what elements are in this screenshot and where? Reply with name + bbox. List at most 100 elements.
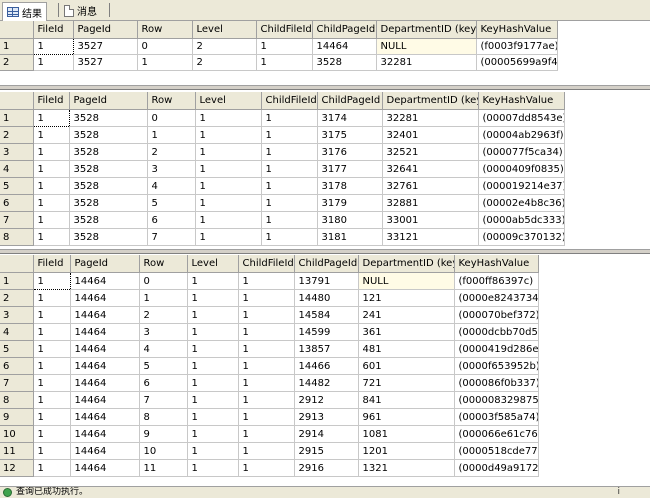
grid-cell[interactable]: 1	[187, 391, 239, 409]
grid-cell[interactable]: 14464	[70, 442, 140, 460]
grid-cell[interactable]: (00009c370132)	[478, 228, 565, 246]
column-header[interactable]: ChildPageId	[317, 92, 383, 110]
grid-cell[interactable]: 721	[358, 374, 455, 392]
column-header[interactable]: Level	[192, 21, 257, 39]
grid-cell[interactable]: 6	[147, 211, 196, 229]
grid-cell[interactable]: 1	[187, 340, 239, 358]
grid-cell[interactable]: 11	[139, 459, 188, 477]
grid-cell[interactable]: 1	[238, 374, 295, 392]
grid-cell[interactable]: 3181	[317, 228, 383, 246]
grid-cell[interactable]: 14599	[294, 323, 359, 341]
grid-cell[interactable]: 1	[33, 425, 71, 443]
result-grid-3[interactable]: FileId PageId Row Level ChildFileId ChildPage…	[0, 255, 650, 486]
grid-cell[interactable]: 1	[33, 408, 71, 426]
row-number[interactable]: 11	[0, 442, 34, 460]
grid-cell[interactable]: 3528	[69, 228, 148, 246]
grid-cell[interactable]: 10	[139, 442, 188, 460]
grid-cell[interactable]: 3528	[69, 211, 148, 229]
column-header[interactable]: ChildPageId	[294, 255, 359, 273]
row-number[interactable]: 2	[0, 54, 34, 71]
grid-cell[interactable]: 121	[358, 289, 455, 307]
grid-cell[interactable]: 32281	[382, 109, 479, 127]
grid-cell[interactable]: 1	[33, 177, 70, 195]
grid-cell[interactable]: (000077f5ca34)	[478, 143, 565, 161]
grid-cell[interactable]: 1	[238, 408, 295, 426]
row-number[interactable]: 4	[0, 323, 34, 341]
grid-cell[interactable]: 33001	[382, 211, 479, 229]
grid-cell[interactable]: 1	[33, 143, 70, 161]
table-row[interactable]: 5 1 14464 4 1 1 13857 481 (0000419d286e)	[0, 340, 539, 358]
grid-cell[interactable]: 14482	[294, 374, 359, 392]
column-header[interactable]: PageId	[73, 21, 138, 39]
grid-cell[interactable]: 3528	[69, 177, 148, 195]
grid-cell[interactable]: 1	[256, 38, 313, 55]
grid-cell[interactable]: (0000d49a9172)	[454, 459, 539, 477]
row-number[interactable]: 6	[0, 194, 34, 212]
table-row[interactable]: 1 1 3527 0 2 1 14464 NULL (f0003f9177ae)	[0, 38, 558, 55]
grid-cell[interactable]: (000019214e37)	[478, 177, 565, 195]
grid-cell[interactable]: 481	[358, 340, 455, 358]
table-row[interactable]: 2 1 3527 1 2 1 3528 32281 (00005699a9f4)	[0, 54, 558, 71]
grid-cell[interactable]: 1	[261, 160, 318, 178]
grid-cell[interactable]: 14464	[70, 323, 140, 341]
grid-cell[interactable]: 3528	[69, 160, 148, 178]
row-number[interactable]: 7	[0, 374, 34, 392]
column-header[interactable]: KeyHashValue	[476, 21, 558, 39]
grid-cell[interactable]: 14464	[70, 374, 140, 392]
grid-cell[interactable]: 1	[33, 357, 71, 375]
grid-cell[interactable]: 3177	[317, 160, 383, 178]
grid-cell[interactable]: (0000419d286e)	[454, 340, 539, 358]
table-row[interactable]: 7 1 3528 6 1 1 3180 33001 (0000ab5dc333)	[0, 211, 565, 229]
grid-cell[interactable]: 1	[187, 357, 239, 375]
column-header[interactable]: DepartmentID (key)	[382, 92, 479, 110]
grid-cell[interactable]: 1	[238, 425, 295, 443]
column-header[interactable]: PageId	[70, 255, 140, 273]
grid-cell[interactable]: 1	[32, 109, 70, 127]
grid-cell[interactable]: 1	[261, 109, 318, 127]
grid-cell[interactable]: 3180	[317, 211, 383, 229]
grid-cell[interactable]: 13791	[294, 272, 359, 290]
grid-cell[interactable]: 0	[147, 109, 196, 127]
table-row[interactable]: 3 1 3528 2 1 1 3176 32521 (000077f5ca34)	[0, 143, 565, 161]
grid-cell[interactable]: 1	[137, 54, 193, 71]
grid-cell[interactable]: 1	[238, 289, 295, 307]
grid-cell[interactable]: 3527	[73, 54, 138, 71]
table-row[interactable]: 6 1 14464 5 1 1 14466 601 (0000f653952b)	[0, 357, 539, 375]
grid-cell[interactable]: 1	[33, 306, 71, 324]
row-number[interactable]: 5	[0, 177, 34, 195]
grid-splitter[interactable]	[0, 85, 650, 90]
row-number[interactable]: 9	[0, 408, 34, 426]
grid-cell[interactable]: 32521	[382, 143, 479, 161]
table-row[interactable]: 1 1 3528 0 1 1 3174 32281 (00007dd8543e)	[0, 109, 565, 127]
grid-cell[interactable]: (00007dd8543e)	[478, 109, 565, 127]
grid-cell[interactable]: 1	[187, 425, 239, 443]
grid-cell[interactable]: 1	[261, 211, 318, 229]
grid-cell[interactable]: 1	[33, 374, 71, 392]
grid-cell[interactable]: 0	[139, 272, 188, 290]
grid-cell[interactable]: (000086f0b337)	[454, 374, 539, 392]
grid-cell[interactable]: (000008329875)	[454, 391, 539, 409]
grid-cell[interactable]: 3528	[69, 194, 148, 212]
grid-cell[interactable]: 3	[147, 160, 196, 178]
grid-cell[interactable]: (00003f585a74)	[454, 408, 539, 426]
grid-cell[interactable]: 32401	[382, 126, 479, 144]
grid-cell[interactable]: 3528	[69, 143, 148, 161]
grid-cell[interactable]: (00004ab2963f)	[478, 126, 565, 144]
column-header[interactable]: DepartmentID (key)	[358, 255, 455, 273]
grid-cell[interactable]: 3527	[73, 38, 138, 55]
grid-cell[interactable]: 5	[147, 194, 196, 212]
grid-cell[interactable]: (00005699a9f4)	[476, 54, 558, 71]
grid-cell[interactable]: 1	[147, 126, 196, 144]
grid-cell[interactable]: 2913	[294, 408, 359, 426]
column-header[interactable]: KeyHashValue	[454, 255, 539, 273]
grid-cell[interactable]: 1	[261, 228, 318, 246]
grid-cell[interactable]: 3528	[69, 109, 148, 127]
grid-cell[interactable]: 2	[192, 38, 257, 55]
table-row[interactable]: 8 1 14464 7 1 1 2912 841 (000008329875)	[0, 391, 539, 409]
grid-cell[interactable]: 361	[358, 323, 455, 341]
row-number[interactable]: 6	[0, 357, 34, 375]
column-header[interactable]: Row	[147, 92, 196, 110]
grid-cell[interactable]: 1	[187, 289, 239, 307]
grid-cell[interactable]: 3528	[312, 54, 377, 71]
table-row[interactable]: 4 1 14464 3 1 1 14599 361 (0000dcbb70d5)	[0, 323, 539, 341]
